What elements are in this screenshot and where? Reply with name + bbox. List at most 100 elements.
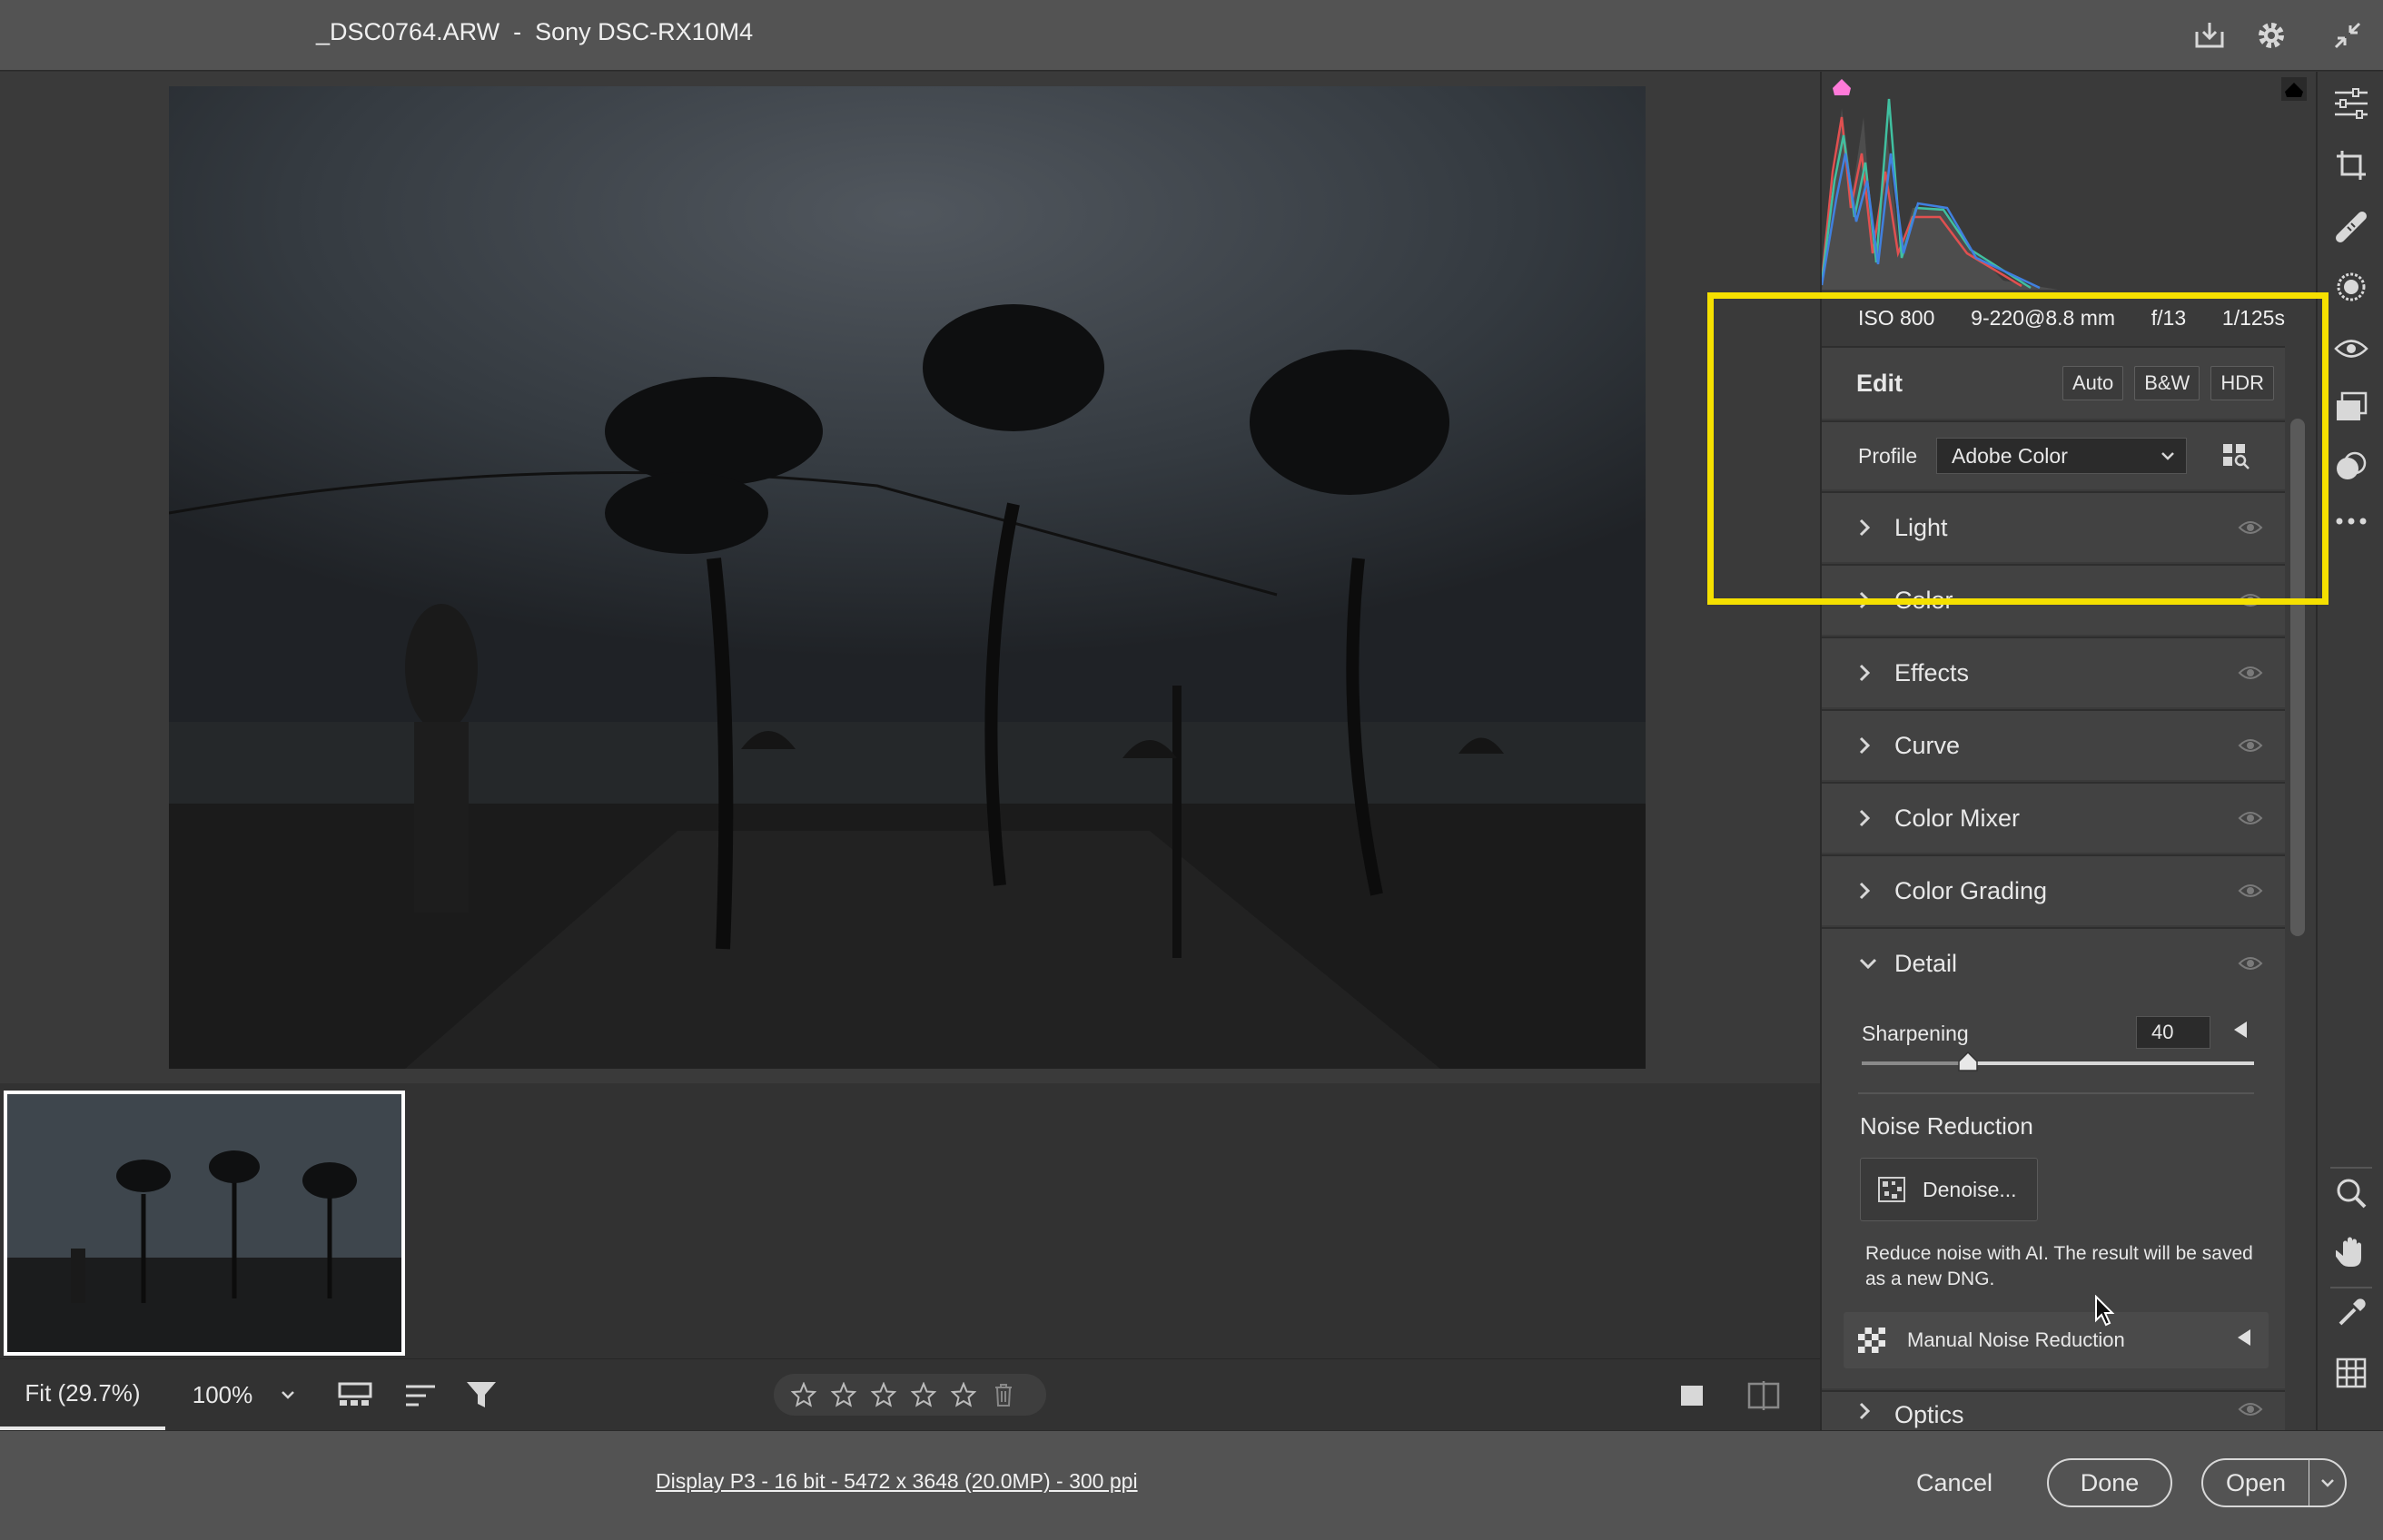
exif-aperture: f/13 [2151,305,2187,330]
manual-noise-reduction-row[interactable]: Manual Noise Reduction [1844,1312,2269,1368]
exif-info: ISO 800 9-220@8.8 mm f/13 1/125s [1822,290,2312,346]
zoom-icon[interactable] [2330,1172,2372,1214]
highlight-clipping-icon[interactable] [2281,77,2307,101]
eye-icon[interactable] [2230,810,2270,826]
image-canvas[interactable] [0,72,1820,1083]
cancel-button[interactable]: Cancel [1894,1458,2014,1507]
star-icon[interactable] [870,1381,897,1408]
eyedropper-icon[interactable] [2330,1292,2372,1334]
before-after-icon[interactable] [1744,1376,1784,1416]
profile-select[interactable]: Adobe Color [1936,438,2187,474]
mouse-cursor-icon [2094,1294,2116,1332]
shadow-clipping-icon[interactable] [1831,77,1853,97]
eye-icon[interactable] [2230,519,2270,536]
collapse-icon[interactable] [2325,13,2370,58]
window-title: _DSC0764.ARW - Sony DSC-RX10M4 [316,18,754,45]
open-button[interactable]: Open [2201,1458,2347,1507]
done-button[interactable]: Done [2047,1458,2172,1507]
star-icon[interactable] [790,1381,817,1408]
single-view-icon[interactable] [1673,1376,1713,1416]
crop-icon[interactable] [2330,144,2372,186]
hdr-button[interactable]: HDR [2210,366,2274,400]
section-label: Effects [1894,658,1970,686]
status-bar: Display P3 - 16 bit - 5472 x 3648 (20.0M… [0,1430,2383,1540]
section-effects[interactable]: Effects [1822,637,2285,707]
denoise-description: Reduce noise with AI. The result will be… [1865,1243,2253,1289]
star-icon[interactable] [830,1381,857,1408]
section-optics[interactable]: Optics [1822,1390,2285,1430]
detail-divider [1858,1092,2254,1094]
chevron-right-icon [1858,808,1894,828]
auto-button[interactable]: Auto [2062,366,2124,400]
masking-icon[interactable] [2330,266,2372,308]
section-light[interactable]: Light [1822,491,2285,562]
section-curve[interactable]: Curve [1822,709,2285,780]
snapshots-icon[interactable] [2330,446,2372,488]
photo-preview[interactable] [169,86,1646,1069]
eye-icon[interactable] [2230,955,2270,972]
star-icon[interactable] [950,1381,977,1408]
zoom-fit-button[interactable]: Fit (29.7%) [0,1359,165,1430]
eye-icon[interactable] [2230,883,2270,899]
section-color-mixer[interactable]: Color Mixer [1822,782,2285,853]
exif-lens: 9-220@8.8 mm [1971,305,2116,330]
profile-browser-icon[interactable] [2220,439,2252,472]
section-color[interactable]: Color [1822,564,2285,635]
gear-icon[interactable] [2249,13,2294,58]
section-label: Light [1894,513,1948,541]
edit-header: Edit Auto B&W HDR [1822,346,2285,419]
panel-scrollbar[interactable] [2290,350,2305,1218]
edit-panel: ISO 800 9-220@8.8 mm f/13 1/125s Edit Au… [1820,72,2329,1430]
chevron-down-icon[interactable] [2309,1478,2345,1487]
sharpening-slider[interactable] [1862,1051,2254,1071]
filmstrip-toggle-icon[interactable] [336,1376,376,1416]
manual-noise-reduction-label: Manual Noise Reduction [1907,1328,2125,1351]
workflow-options-link[interactable]: Display P3 - 16 bit - 5472 x 3648 (20.0M… [656,1469,1138,1494]
section-label: Detail [1894,949,1958,977]
red-eye-icon[interactable] [2330,328,2372,370]
section-label: Color Mixer [1894,804,2021,832]
save-icon[interactable] [2187,13,2232,58]
histogram [1822,72,2312,290]
expand-arrow-icon[interactable] [2236,1328,2252,1353]
eye-icon[interactable] [2230,1401,2270,1417]
eye-icon[interactable] [2230,592,2270,608]
hand-icon[interactable] [2330,1232,2372,1274]
detail-body: Sharpening 40 Noise Reduction Denoise...… [1822,998,2285,1388]
eye-icon[interactable] [2230,665,2270,681]
filter-icon[interactable] [461,1376,501,1416]
camera-raw-window: _DSC0764.ARW - Sony DSC-RX10M4 Fit (29.7… [0,0,2383,1540]
denoise-button[interactable]: Denoise... [1860,1158,2038,1221]
sharpening-label: Sharpening [1862,1022,1969,1045]
filmstrip-thumbnail[interactable] [4,1091,405,1356]
trash-icon[interactable] [990,1381,1017,1408]
zoom-100-button[interactable]: 100% [173,1359,272,1430]
open-label: Open [2225,1468,2287,1496]
zoom-dropdown-icon[interactable] [272,1381,303,1408]
section-label: Curve [1894,731,1961,759]
title-bar: _DSC0764.ARW - Sony DSC-RX10M4 [0,0,2383,71]
chevron-right-icon [1858,1401,1894,1421]
sharpening-slider-thumb[interactable] [1957,1051,1979,1072]
scrollbar-thumb[interactable] [2290,419,2305,936]
exif-iso: ISO 800 [1858,305,1935,330]
chevron-right-icon [1858,518,1894,538]
star-icon[interactable] [910,1381,937,1408]
edit-sliders-icon[interactable] [2330,83,2372,124]
sharpening-value-field[interactable]: 40 [2136,1016,2210,1049]
presets-icon[interactable] [2330,386,2372,428]
sharpening-expand-icon[interactable] [2232,1020,2249,1044]
more-icon[interactable] [2330,500,2372,542]
section-detail[interactable]: Detail [1822,927,2285,998]
section-color-grading[interactable]: Color Grading [1822,854,2285,925]
edit-title: Edit [1856,369,1903,397]
eye-icon[interactable] [2230,737,2270,754]
sort-icon[interactable] [401,1376,441,1416]
grid-icon[interactable] [2330,1352,2372,1394]
chevron-right-icon [1858,735,1894,755]
bw-button[interactable]: B&W [2134,366,2200,400]
noise-reduction-label: Noise Reduction [1860,1112,2033,1140]
healing-icon[interactable] [2330,206,2372,248]
checkerboard-icon [1858,1328,1885,1353]
exif-shutter: 1/125s [2221,305,2285,330]
